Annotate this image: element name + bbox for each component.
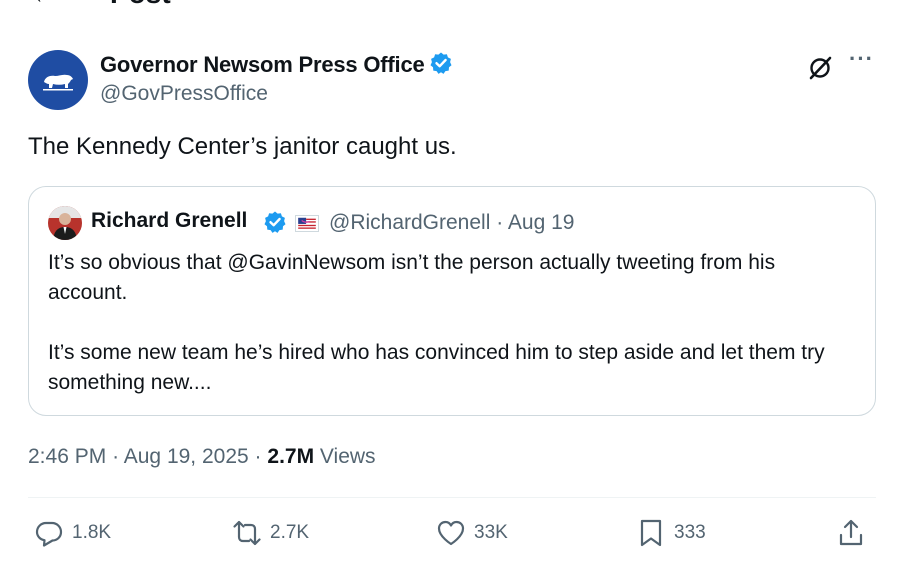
heart-icon [437,520,465,546]
author-name[interactable]: Governor Newsom Press Office [100,51,453,78]
reply-icon [35,521,63,547]
like-button[interactable]: 33K [436,516,508,550]
more-icon[interactable]: ··· [849,46,874,72]
bookmark-button[interactable]: 333 [636,516,706,550]
reply-count: 1.8K [72,522,112,543]
quote-author-avatar[interactable] [48,206,82,240]
back-arrow-icon[interactable]: ← [30,0,58,10]
post-text: The Kennedy Center’s janitor caught us. [28,133,457,160]
repost-count: 2.7K [270,522,310,543]
california-bear-icon [43,74,73,91]
separator: · [112,445,120,468]
quote-paragraph: It’s some new team he’s hired who has co… [48,341,825,394]
bookmark-count: 333 [674,522,706,543]
divider [28,497,876,498]
top-bar: ← Post [0,0,914,10]
quote-author-handle[interactable]: @RichardGrenell [329,211,490,234]
page-title: Post [110,0,171,10]
reply-button[interactable]: 1.8K [34,516,111,550]
views-count[interactable]: 2.7M [267,445,314,468]
person-avatar-icon [48,206,82,240]
separator: · [496,211,504,234]
like-count: 33K [474,522,508,543]
quote-author-name[interactable]: Richard Grenell [91,209,247,233]
repost-icon [233,520,261,546]
flag-icon [298,217,316,230]
post-time[interactable]: 2:46 PM [28,445,106,468]
share-button[interactable] [836,516,874,550]
author-avatar[interactable] [28,50,88,110]
separator: · [254,445,262,468]
views-label: Views [319,445,376,468]
author-handle[interactable]: @GovPressOffice [100,82,268,106]
bookmark-icon [640,519,662,547]
share-icon [839,519,863,546]
post-date[interactable]: Aug 19, 2025 [124,445,249,468]
quote-paragraph: It’s so obvious that @GavinNewsom isn’t … [48,251,776,304]
quote-text: It’s so obvious that @GavinNewsom isn’t … [48,248,860,398]
repost-button[interactable]: 2.7K [232,516,309,550]
grok-icon[interactable] [806,54,834,82]
verified-badge-icon [430,52,452,74]
quoted-post[interactable]: Richard Grenell @RichardGrenell · Aug 19… [28,186,876,416]
post-metadata: 2:46 PM · Aug 19, 2025 · 2.7M Views [28,445,376,469]
quote-author-meta: @RichardGrenell · Aug 19 [329,211,574,235]
quote-date[interactable]: Aug 19 [508,211,575,234]
verified-badge-icon [264,211,286,233]
affiliate-badge-icon[interactable] [295,215,319,232]
